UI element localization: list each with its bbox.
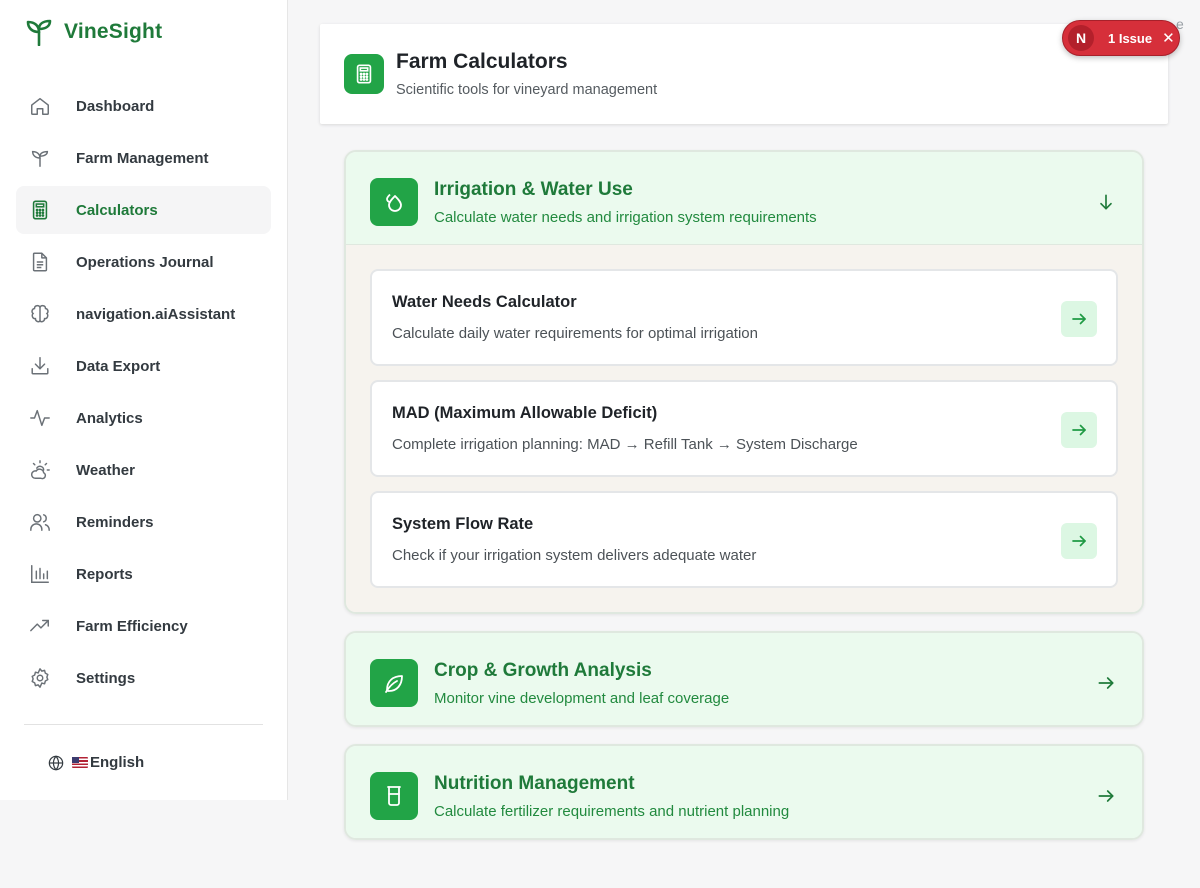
calculator-icon: [28, 198, 52, 222]
sidebar-item-operations-journal[interactable]: Operations Journal: [16, 238, 271, 286]
home-icon: [28, 94, 52, 118]
section-title: Crop & Growth Analysis: [434, 660, 652, 681]
download-icon: [28, 354, 52, 378]
arrow-right-icon[interactable]: [1096, 786, 1116, 806]
gear-icon: [28, 666, 52, 690]
sidebar-item-ai-assistant[interactable]: navigation.aiAssistant: [16, 290, 271, 338]
section-title: Nutrition Management: [434, 773, 635, 794]
sidebar-item-label: Calculators: [76, 201, 158, 219]
calculator-title: MAD (Maximum Allowable Deficit): [392, 404, 658, 422]
trending-up-icon: [28, 614, 52, 638]
sidebar-item-settings[interactable]: Settings: [16, 654, 271, 702]
sidebar-item-label: Reports: [76, 565, 133, 583]
next-logo-icon: N: [1068, 25, 1094, 51]
page-subtitle: Scientific tools for vineyard management: [396, 82, 658, 98]
page-header: Farm Calculators Scientific tools for vi…: [320, 24, 1168, 124]
section-nutrition: Nutrition Management Calculate fertilize…: [344, 744, 1144, 840]
sidebar-item-label: Analytics: [76, 409, 143, 427]
section-title: Irrigation & Water Use: [434, 179, 633, 200]
section-subtitle: Calculate water needs and irrigation sys…: [434, 209, 817, 226]
calculator-card-water-needs[interactable]: Water Needs Calculator Calculate daily w…: [370, 269, 1118, 366]
calculator-description: Calculate daily water requirements for o…: [392, 325, 758, 342]
section-subtitle: Calculate fertilizer requirements and nu…: [434, 803, 790, 820]
activity-icon: [28, 406, 52, 430]
calculator-description: Check if your irrigation system delivers…: [392, 547, 757, 564]
bar-chart-icon: [28, 562, 52, 586]
section-header-irrigation[interactable]: Irrigation & Water Use Calculate water n…: [346, 152, 1142, 244]
sidebar-item-data-export[interactable]: Data Export: [16, 342, 271, 390]
sidebar-item-label: Operations Journal: [76, 253, 214, 271]
sidebar-item-label: Farm Efficiency: [76, 617, 188, 635]
document-icon: [28, 250, 52, 274]
open-calculator-button[interactable]: [1061, 412, 1097, 448]
globe-icon: [48, 754, 64, 771]
sidebar-item-label: Weather: [76, 461, 135, 479]
sidebar-item-label: navigation.aiAssistant: [76, 305, 236, 323]
arrow-down-icon[interactable]: [1096, 192, 1116, 212]
us-flag-icon: [72, 757, 88, 768]
sidebar-item-reports[interactable]: Reports: [16, 550, 271, 598]
arrow-right-icon: [1072, 313, 1086, 325]
calculator-icon: [344, 54, 384, 94]
issues-count: 1 Issue: [1108, 30, 1153, 46]
sidebar-item-analytics[interactable]: Analytics: [16, 394, 271, 442]
language-label: English: [90, 754, 145, 771]
section-irrigation: Irrigation & Water Use Calculate water n…: [344, 150, 1144, 614]
calculator-title: System Flow Rate: [392, 515, 534, 533]
sidebar-item-label: Dashboard: [76, 97, 155, 115]
issues-badge[interactable]: N 1 Issue ✕: [1062, 20, 1180, 56]
brand[interactable]: VineSight: [26, 18, 162, 46]
arrow-right-icon[interactable]: [1096, 673, 1116, 693]
cloud-sun-icon: [28, 458, 52, 482]
sprout-icon: [28, 146, 52, 170]
close-icon[interactable]: ✕: [1162, 31, 1175, 46]
sidebar-divider: [24, 724, 263, 725]
sidebar-item-reminders[interactable]: Reminders: [16, 498, 271, 546]
droplets-icon: [370, 178, 418, 226]
open-calculator-button[interactable]: [1061, 523, 1097, 559]
arrow-right-icon: [1072, 424, 1086, 436]
calculator-card-system-flow-rate[interactable]: System Flow Rate Check if your irrigatio…: [370, 491, 1118, 588]
sidebar-item-label: Data Export: [76, 357, 161, 375]
sidebar-item-weather[interactable]: Weather: [16, 446, 271, 494]
leaf-icon: [370, 659, 418, 707]
sidebar-item-label: Settings: [76, 669, 136, 687]
section-subtitle: Monitor vine development and leaf covera…: [434, 690, 730, 707]
sidebar-nav: Dashboard Farm Management Calculators Op…: [16, 82, 271, 706]
calculator-title: Water Needs Calculator: [392, 293, 577, 311]
calculator-card-mad[interactable]: MAD (Maximum Allowable Deficit) Complete…: [370, 380, 1118, 477]
sidebar-item-calculators[interactable]: Calculators: [16, 186, 271, 234]
beaker-icon: [370, 772, 418, 820]
section-body-irrigation: Water Needs Calculator Calculate daily w…: [346, 244, 1142, 612]
brain-icon: [28, 302, 52, 326]
sprout-logo-icon: [26, 19, 52, 46]
language-selector[interactable]: English: [48, 754, 144, 771]
brand-name: VineSight: [64, 20, 163, 43]
sidebar: VineSight Dashboard Farm Management Calc…: [0, 0, 288, 800]
users-icon: [28, 510, 52, 534]
open-calculator-button[interactable]: [1061, 301, 1097, 337]
sidebar-item-farm-efficiency[interactable]: Farm Efficiency: [16, 602, 271, 650]
page-title: Farm Calculators: [396, 50, 568, 73]
arrow-right-icon: [1072, 535, 1086, 547]
sidebar-item-dashboard[interactable]: Dashboard: [16, 82, 271, 130]
sidebar-item-label: Reminders: [76, 513, 154, 531]
section-crop-growth: Crop & Growth Analysis Monitor vine deve…: [344, 631, 1144, 727]
calculator-description: Complete irrigation planning: MAD → Refi…: [392, 436, 858, 453]
sidebar-item-farm-management[interactable]: Farm Management: [16, 134, 271, 182]
sidebar-item-label: Farm Management: [76, 149, 209, 167]
section-header-crop-growth[interactable]: Crop & Growth Analysis Monitor vine deve…: [346, 633, 1142, 725]
section-header-nutrition[interactable]: Nutrition Management Calculate fertilize…: [346, 746, 1142, 838]
